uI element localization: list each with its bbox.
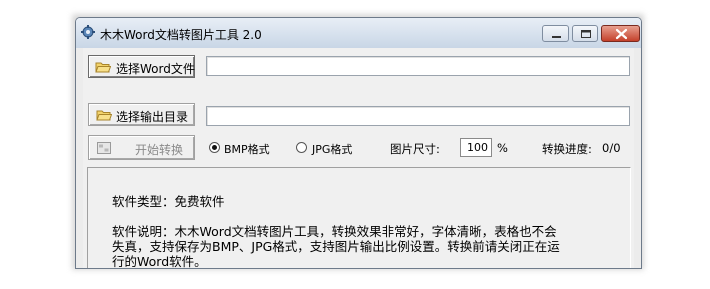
select-word-button[interactable]: 选择Word文件 — [88, 55, 195, 78]
image-size-input[interactable]: 100 — [460, 138, 492, 157]
bmp-radio[interactable] — [209, 142, 220, 153]
info-panel: 软件类型：免费软件 软件说明：木木Word文档转图片工具，转换效果非常好，字体清… — [87, 167, 631, 269]
app-window: 木木Word文档转图片工具 2.0 选择Word文件 选择输出目录 开始转换 B… — [75, 17, 642, 269]
title-bar[interactable]: 木木Word文档转图片工具 2.0 — [76, 18, 641, 48]
software-type-text: 软件类型：免费软件 — [112, 194, 225, 209]
output-dir-path-input[interactable] — [206, 106, 630, 126]
jpg-format-label: JPG格式 — [312, 143, 353, 156]
client-area: 选择Word文件 选择输出目录 开始转换 BMP格式 JPG格式 图片尺寸: 1… — [83, 48, 634, 268]
select-output-dir-button[interactable]: 选择输出目录 — [88, 103, 195, 126]
progress-label: 转换进度: — [542, 142, 592, 156]
bmp-format-label: BMP格式 — [224, 143, 270, 156]
jpg-radio[interactable] — [296, 142, 307, 153]
minimize-icon — [552, 36, 561, 38]
progress-value: 0/0 — [602, 141, 621, 155]
close-icon — [615, 28, 628, 40]
gear-icon — [81, 25, 95, 39]
word-file-path-input[interactable] — [206, 56, 630, 76]
image-size-label: 图片尺寸: — [390, 142, 440, 156]
select-output-dir-label: 选择输出目录 — [116, 110, 189, 124]
convert-icon — [97, 142, 111, 154]
window-title: 木木Word文档转图片工具 2.0 — [100, 28, 262, 42]
start-convert-button[interactable]: 开始转换 — [88, 135, 195, 160]
folder-icon — [95, 62, 111, 73]
minimize-button[interactable] — [542, 25, 569, 42]
jpg-format-option[interactable]: JPG格式 — [296, 141, 366, 156]
software-desc-line-3: 行的Word软件。 — [112, 254, 207, 269]
select-word-label: 选择Word文件 — [116, 62, 195, 76]
maximize-button[interactable] — [572, 25, 598, 42]
image-size-unit: % — [497, 141, 508, 155]
bmp-format-option[interactable]: BMP格式 — [209, 141, 279, 156]
close-button[interactable] — [601, 25, 640, 42]
start-convert-label: 开始转换 — [135, 143, 184, 157]
maximize-icon — [581, 30, 591, 38]
folder-icon — [96, 110, 112, 121]
